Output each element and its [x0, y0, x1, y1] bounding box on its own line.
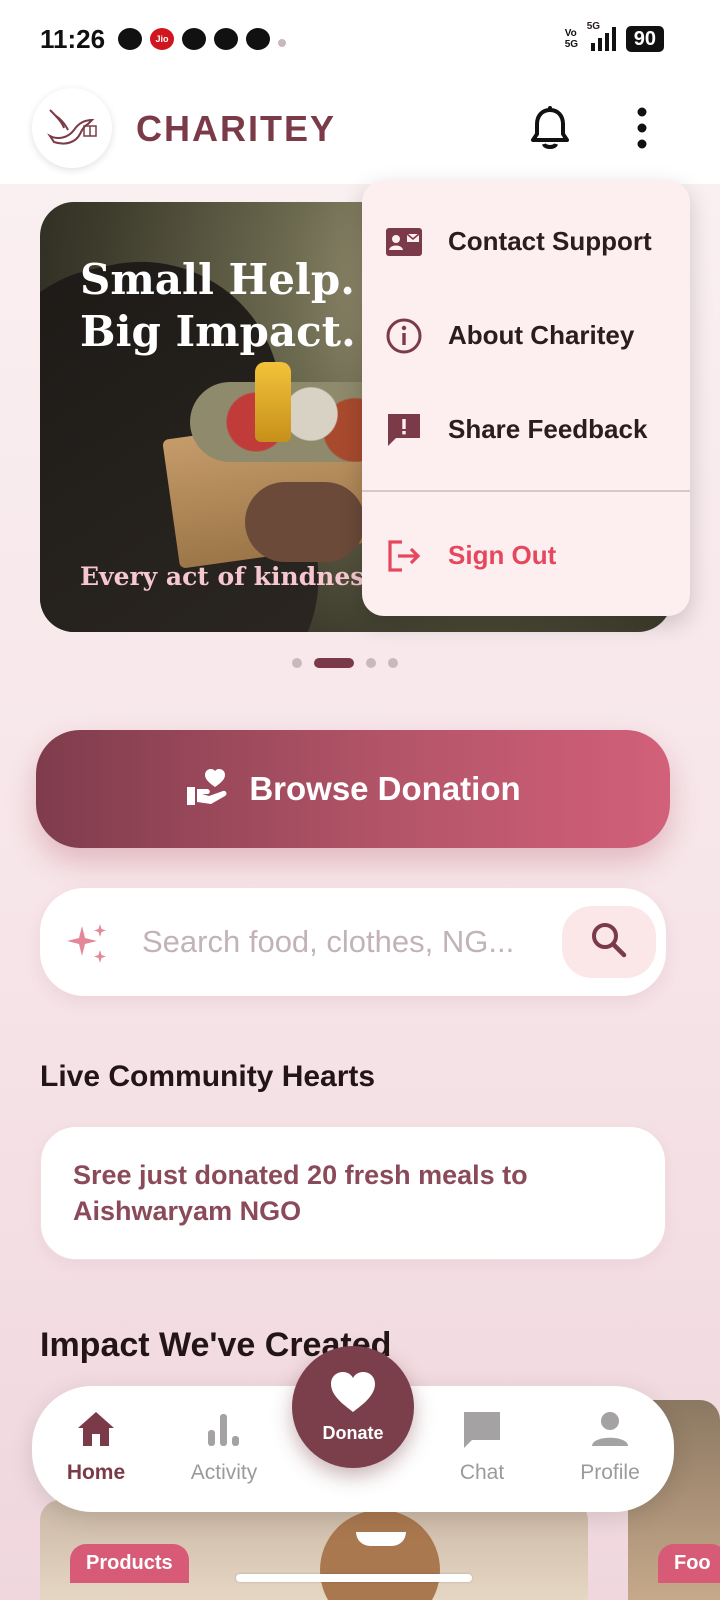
battery-level: 90	[625, 26, 664, 52]
sparkle-icon	[64, 920, 112, 968]
nav-label: Home	[66, 1461, 126, 1484]
dove-gift-icon	[32, 88, 112, 168]
nav-label: Profile	[580, 1461, 640, 1484]
impact-card[interactable]: Products	[40, 1500, 588, 1600]
nav-item-home[interactable]: Home	[36, 1410, 156, 1485]
nav-label: Activity	[190, 1461, 258, 1484]
banner-photo-bottle	[255, 362, 291, 442]
impact-badge: Foo	[658, 1544, 720, 1583]
status-time: 11:26	[40, 24, 106, 54]
menu-divider	[362, 490, 690, 492]
more-vertical-icon[interactable]	[630, 106, 654, 150]
search-button[interactable]	[562, 906, 656, 978]
contact-card-icon	[384, 222, 424, 262]
app-icon	[182, 28, 206, 50]
home-icon	[76, 1410, 116, 1453]
live-community-title: Live Community Hearts	[40, 1060, 376, 1093]
carousel-dot-active[interactable]	[314, 658, 354, 668]
app-header: CHARITEY	[0, 80, 720, 184]
home-indicator[interactable]	[236, 1574, 472, 1582]
logout-icon	[384, 536, 424, 576]
app-icon	[214, 28, 238, 50]
nav-item-chat[interactable]: Chat	[422, 1410, 542, 1485]
signal-icon: 5G	[587, 21, 616, 51]
menu-label: Contact Support	[448, 225, 652, 256]
network-type: 5G	[586, 21, 601, 32]
carousel-dot[interactable]	[388, 658, 398, 668]
banner-headline-1: Small Help.	[80, 255, 355, 304]
search-icon	[590, 921, 628, 964]
dot-icon	[278, 38, 286, 47]
live-activity-message: Sree just donated 20 fresh meals to Aish…	[73, 1160, 528, 1226]
banner-headline-2: Big Impact.	[80, 307, 356, 356]
heart-icon	[329, 1370, 377, 1419]
browse-donation-button[interactable]: Browse Donation	[36, 730, 670, 848]
banner-photo-hand	[245, 482, 365, 562]
impact-photo	[320, 1510, 440, 1600]
menu-label: Share Feedback	[448, 413, 648, 444]
app-icon	[246, 28, 270, 50]
nav-item-profile[interactable]: Profile	[550, 1410, 670, 1485]
jio-icon: Jio	[150, 28, 174, 50]
nav-label: Chat	[459, 1461, 505, 1484]
menu-item-sign-out[interactable]: Sign Out	[362, 510, 690, 600]
impact-badge: Products	[70, 1544, 189, 1583]
overflow-menu: Contact Support About Charitey Share Fee…	[362, 180, 690, 616]
carousel-dot[interactable]	[292, 658, 302, 668]
info-icon	[384, 316, 424, 356]
nav-item-activity[interactable]: Activity	[164, 1410, 284, 1485]
carousel-indicator	[292, 658, 398, 668]
chat-bubble-icon	[462, 1410, 502, 1453]
volte-indicator: Vo 5G	[564, 28, 579, 50]
live-activity-card: Sree just donated 20 fresh meals to Aish…	[40, 1126, 666, 1260]
bar-chart-icon	[204, 1410, 244, 1453]
feedback-icon	[384, 410, 424, 450]
banner-headline: Small Help. Big Impact.	[80, 254, 400, 358]
status-bar: 11:26 Jio Vo 5G 5G 90	[0, 0, 720, 80]
browse-donation-label: Browse Donation	[249, 770, 521, 807]
person-icon	[590, 1410, 630, 1453]
search-bar	[40, 888, 666, 996]
notification-icons: Jio	[118, 28, 286, 50]
menu-item-contact-support[interactable]: Contact Support	[362, 196, 690, 286]
bell-icon[interactable]	[528, 104, 572, 152]
app-title: CHARITEY	[136, 108, 337, 149]
carousel-dot[interactable]	[366, 658, 376, 668]
menu-item-about-charitey[interactable]: About Charitey	[362, 290, 690, 380]
system-status: Vo 5G 5G 90	[564, 21, 664, 52]
hand-heart-icon	[185, 767, 229, 812]
menu-label: About Charitey	[448, 319, 635, 350]
impact-photo-detail	[356, 1532, 406, 1546]
menu-item-share-feedback[interactable]: Share Feedback	[362, 384, 690, 474]
donate-button[interactable]: Donate	[292, 1346, 414, 1468]
sign-out-label: Sign Out	[448, 539, 557, 570]
search-input[interactable]	[142, 918, 552, 966]
chat-icon	[118, 28, 142, 50]
banner-subtitle: Every act of kindnes	[80, 562, 365, 591]
donate-label: Donate	[322, 1423, 384, 1443]
